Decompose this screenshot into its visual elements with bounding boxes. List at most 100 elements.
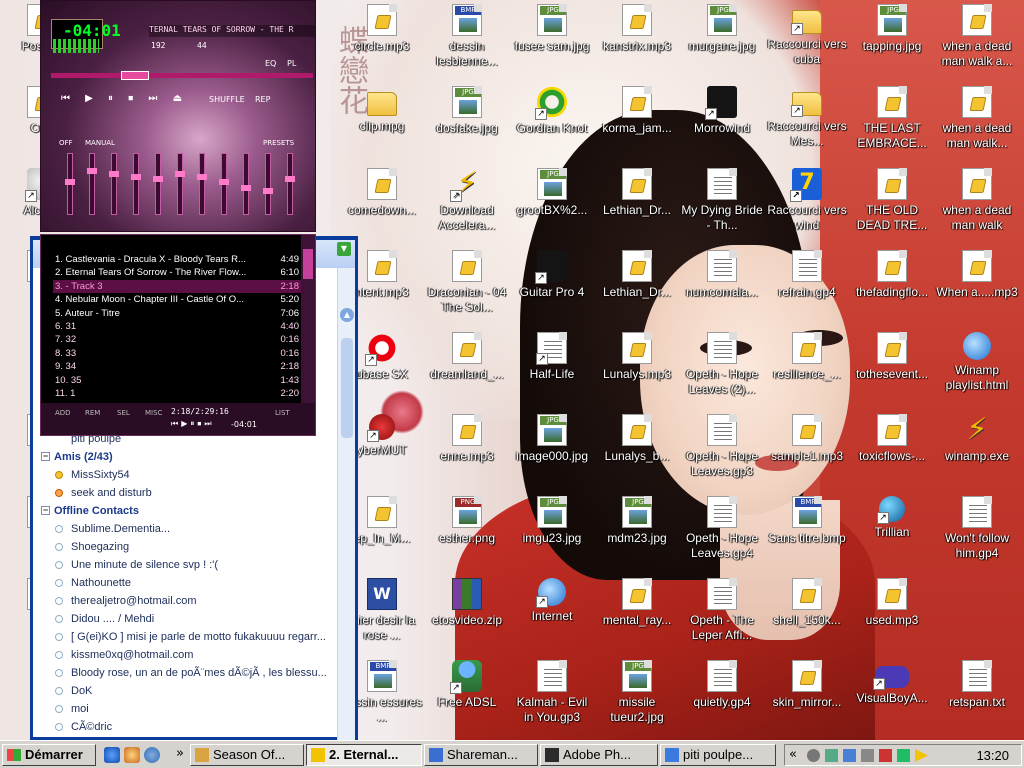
contact-item[interactable]: Sublime.Dementia... (39, 520, 339, 538)
desktop-icon[interactable]: PNG esther.png (425, 494, 509, 576)
playlist-item[interactable]: 5. Auteur - Titre 7:06 (53, 307, 301, 320)
desktop-icon[interactable]: enne.mp3 (425, 412, 509, 494)
contact-item[interactable]: DoK (39, 682, 339, 700)
contact-item[interactable]: Shoegazing (39, 538, 339, 556)
contact-item[interactable]: seek and disturb (39, 484, 339, 502)
winamp-song-title[interactable]: TERNAL TEARS OF SORROW - THE R (149, 25, 315, 37)
tray-msn-icon[interactable] (843, 749, 856, 762)
contact-item[interactable]: therealjetro@hotmail.com (39, 592, 339, 610)
ie-quicklaunch-icon[interactable] (144, 747, 160, 763)
contact-item[interactable]: Une minute de silence svp ! :'( (39, 556, 339, 574)
desktop-icon[interactable]: Raccourci vers cuba (765, 2, 849, 84)
desktop-icon[interactable]: Half-Life (510, 330, 594, 412)
desktop-icon[interactable]: Lunalys.mp3 (595, 330, 679, 412)
contact-group-header[interactable]: − Offline Contacts (39, 502, 339, 520)
desktop-icon[interactable]: Opeth - Hope Leaves (2)... (680, 330, 764, 412)
playlist-item[interactable]: 8. 33 0:16 (53, 347, 301, 360)
desktop-icon[interactable]: BMP dessin lesbienne... (425, 2, 509, 84)
playlist-item[interactable]: 10. 35 1:43 (53, 374, 301, 387)
desktop-icon[interactable]: resilience_... (765, 330, 849, 412)
desktop-icon[interactable]: JPG image000.jpg (510, 412, 594, 494)
playlist-item[interactable]: 11. 1 2:20 (53, 387, 301, 400)
eq-slider[interactable] (197, 153, 207, 215)
contact-item[interactable]: CÃ©dric (39, 718, 339, 736)
desktop-icon[interactable]: THE OLD DEAD TRE... (850, 166, 934, 248)
winamp-playlist[interactable]: 1. Castlevania - Dracula X - Bloody Tear… (40, 234, 316, 436)
tray-play-icon[interactable] (915, 749, 928, 762)
playlist-sel-button[interactable]: SEL (117, 409, 130, 417)
desktop-icon[interactable]: circle.mp3 (340, 2, 424, 84)
tray-drive-icon[interactable] (861, 749, 874, 762)
playlist-item[interactable]: 1. Castlevania - Dracula X - Bloody Tear… (53, 253, 301, 266)
desktop-shortcut-icon[interactable] (104, 747, 120, 763)
eq-slider[interactable] (175, 153, 185, 215)
tray-antivirus-icon[interactable] (879, 749, 892, 762)
contact-item[interactable]: Nathounette (39, 574, 339, 592)
eq-slider[interactable] (241, 153, 251, 215)
desktop-icon[interactable]: numcomala... (680, 248, 764, 330)
eq-off-button[interactable]: OFF (59, 139, 73, 147)
desktop-icon[interactable]: Free ADSL (425, 658, 509, 740)
desktop-icon[interactable]: Opeth - Hope Leaves.gp4 (680, 494, 764, 576)
contact-item[interactable]: Bloody rose, un an de poÃ¨mes dÃ©jÃ , le… (39, 664, 339, 682)
desktop-icon[interactable]: JPG dosfake.jpg (425, 84, 509, 166)
eq-slider-knob[interactable] (197, 174, 207, 180)
desktop-icon[interactable]: kanstrix.mp3 (595, 2, 679, 84)
eq-slider[interactable] (263, 153, 273, 215)
contact-item[interactable]: kissme0xq@hotmail.com (39, 646, 339, 664)
tray-mouse-icon[interactable] (807, 749, 820, 762)
shuffle-button[interactable]: SHUFFLE (209, 95, 245, 104)
desktop-icon[interactable]: Guitar Pro 4 (510, 248, 594, 330)
desktop-icon[interactable]: 7Raccourci vers wind (765, 166, 849, 248)
eq-presets-button[interactable]: PRESETS (263, 139, 294, 147)
eq-manual-button[interactable]: MANUAL (85, 139, 115, 147)
contact-item[interactable]: Didou .... / Mehdi (39, 610, 339, 628)
desktop-icon[interactable]: Lethian_Dr... (595, 248, 679, 330)
eq-slider[interactable] (65, 153, 75, 215)
desktop-icon[interactable]: dreamland_... (425, 330, 509, 412)
winamp-player[interactable]: -04:01 TERNAL TEARS OF SORROW - THE R 19… (40, 0, 316, 232)
desktop-icon[interactable]: when a dead man walk a... (935, 2, 1019, 84)
firefox-quicklaunch-icon[interactable] (124, 747, 140, 763)
eq-slider-knob[interactable] (131, 174, 141, 180)
desktop-icon[interactable]: Raccourci vers Mes... (765, 84, 849, 166)
desktop-icon[interactable]: Winamp playlist.html (935, 330, 1019, 412)
eq-slider-knob[interactable] (241, 185, 251, 191)
eq-slider[interactable] (109, 153, 119, 215)
eq-slider-knob[interactable] (263, 188, 273, 194)
eq-slider[interactable] (131, 153, 141, 215)
desktop-icon[interactable]: Won't follow him.gp4 (935, 494, 1019, 576)
collapse-icon[interactable]: − (41, 506, 50, 515)
eq-slider[interactable] (153, 153, 163, 215)
desktop-icon[interactable]: JPG murgane.jpg (680, 2, 764, 84)
playlist-item[interactable]: 4. Nebular Moon - Chapter III - Castle O… (53, 293, 301, 306)
playlist-item[interactable]: 2. Eternal Tears Of Sorrow - The River F… (53, 266, 301, 279)
eq-slider[interactable] (87, 153, 97, 215)
winamp-seek-bar[interactable] (51, 73, 313, 78)
desktop-icon[interactable]: skin_mirror... (765, 658, 849, 740)
desktop-icon[interactable]: when a dead man walk... (935, 84, 1019, 166)
desktop-icon[interactable]: when a dead man walk (935, 166, 1019, 248)
winamp-transport-buttons[interactable]: ⏮ ▶ ⏸ ⏹ ⏭ ⏏ (61, 93, 188, 104)
contact-group-header[interactable]: − Amis (2/43) (39, 448, 339, 466)
desktop-icon[interactable]: Kalmah - Evil in You.gp3 (510, 658, 594, 740)
repeat-button[interactable]: REP (255, 95, 270, 104)
desktop-icon[interactable]: refrain.gp4 (765, 248, 849, 330)
desktop-icon[interactable]: JPG tapping.jpg (850, 2, 934, 84)
taskbar-task-button[interactable]: Season Of... (190, 744, 304, 766)
desktop-icon[interactable]: retspan.txt (935, 658, 1019, 740)
desktop-icon[interactable]: toxicflows-... (850, 412, 934, 494)
start-button[interactable]: Démarrer (2, 744, 96, 766)
eq-slider-knob[interactable] (285, 176, 295, 182)
desktop-icon[interactable]: BMP Sans titre.bmp (765, 494, 849, 576)
playlist-rem-button[interactable]: REM (85, 409, 100, 417)
desktop-icon[interactable]: Internet (510, 576, 594, 658)
desktop-icon[interactable]: Draconian - 04 The Sol... (425, 248, 509, 330)
playlist-misc-button[interactable]: MISC (145, 409, 162, 417)
playlist-item[interactable]: 6. 31 4:40 (53, 320, 301, 333)
playlist-mini-controls[interactable]: ⏮▶⏸⏹⏭ (171, 419, 215, 429)
dropdown-arrow-icon[interactable]: ▼ (337, 242, 351, 256)
desktop-icon[interactable]: ⚡Download Accelera... (425, 166, 509, 248)
desktop-icon[interactable]: JPG grootBX%2... (510, 166, 594, 248)
scroll-thumb[interactable] (341, 338, 353, 438)
